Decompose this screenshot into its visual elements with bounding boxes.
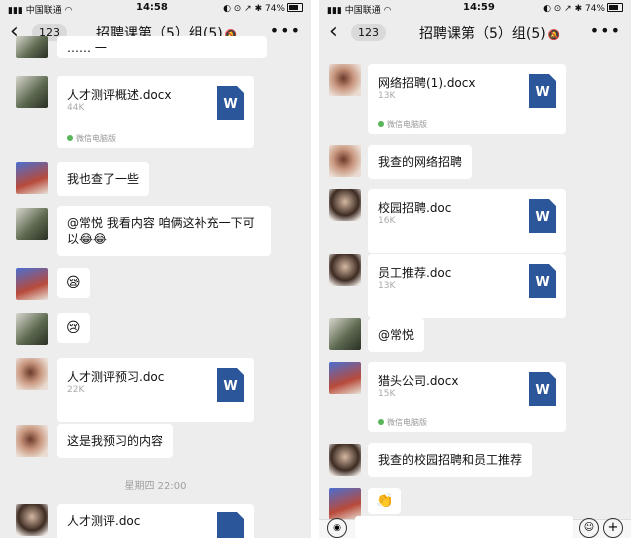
- message-bubble[interactable]: 这是我预习的内容: [57, 424, 174, 458]
- file-size: 15K: [378, 389, 396, 399]
- status-bar: ▮▮▮ 中国联通 ◠ 14:59 ◐ ⊙ ↗ ✱ 74%: [319, 0, 631, 17]
- avatar[interactable]: [329, 444, 361, 476]
- status-bar: ▮▮▮ 中国联通 ◠ 14:58 ◐ ⊙ ↗ ✱ 74%: [0, 0, 311, 17]
- mute-icon: 🔕: [547, 30, 561, 41]
- message-text: 这是我预习的内容: [67, 434, 164, 448]
- file-size: 22K: [67, 385, 85, 395]
- file-size: 13K: [378, 281, 396, 291]
- more-dots-icon[interactable]: •••: [270, 21, 301, 40]
- avatar[interactable]: [329, 362, 361, 394]
- clock: 14:59: [463, 2, 495, 13]
- message-text: @常悦 我看内容 咱俩这补充一下可以😂😂: [67, 216, 255, 246]
- message-text: 我也查了一些: [67, 172, 140, 186]
- message-bubble[interactable]: 我也查了一些: [57, 162, 150, 196]
- word-doc-icon: W: [217, 86, 244, 120]
- file-source: 微信电脑版: [67, 133, 116, 144]
- plus-icon[interactable]: +: [603, 518, 623, 538]
- message-bubble[interactable]: 😪: [57, 268, 90, 298]
- message-bubble[interactable]: 我查的网络招聘: [368, 145, 473, 179]
- word-doc-icon: [217, 512, 244, 538]
- page-title: 招聘课第（5）组(5)🔕: [419, 26, 561, 42]
- status-right: ◐ ⊙ ↗ ✱ 74%: [543, 3, 623, 14]
- chat-window-right: ▮▮▮ 中国联通 ◠ 14:59 ◐ ⊙ ↗ ✱ 74% ‹ 123 招聘课第（…: [319, 0, 631, 538]
- file-message[interactable]: 员工推荐.doc 13K W: [368, 254, 566, 318]
- word-doc-icon: W: [529, 264, 556, 298]
- chat-window-left: ▮▮▮ 中国联通 ◠ 14:58 ◐ ⊙ ↗ ✱ 74% ‹ 123 招聘课第（…: [0, 0, 311, 538]
- file-message[interactable]: 人才测评概述.docx 44K W 微信电脑版: [57, 76, 254, 148]
- message-bubble[interactable]: 😢: [57, 313, 90, 343]
- avatar[interactable]: [16, 208, 48, 240]
- avatar[interactable]: [329, 189, 361, 221]
- more-dots-icon[interactable]: •••: [590, 21, 621, 40]
- file-name: 猎头公司.docx: [378, 374, 459, 388]
- file-size: 13K: [378, 91, 396, 101]
- file-size: 44K: [67, 103, 85, 113]
- message-text: 我查的网络招聘: [378, 155, 463, 169]
- file-message[interactable]: 校园招聘.doc 16K W: [368, 189, 566, 253]
- file-name: 校园招聘.doc: [378, 201, 452, 215]
- battery-icon: [287, 3, 303, 12]
- avatar[interactable]: [16, 425, 48, 457]
- status-right: ◐ ⊙ ↗ ✱ 74%: [223, 3, 303, 14]
- file-message[interactable]: 人才测评预习.doc 22K W: [57, 358, 254, 422]
- avatar[interactable]: [16, 313, 48, 345]
- avatar[interactable]: [16, 76, 48, 108]
- battery-icon: [607, 3, 623, 12]
- wifi-icon: ◠: [64, 6, 73, 16]
- file-message[interactable]: 人才测评.doc: [57, 504, 254, 538]
- avatar[interactable]: [16, 268, 48, 300]
- file-name: 人才测评.doc: [67, 514, 141, 528]
- message-bubble[interactable]: 我查的校园招聘和员工推荐: [368, 443, 533, 477]
- file-name: 人才测评预习.doc: [67, 370, 165, 384]
- message-input[interactable]: [355, 516, 573, 538]
- unread-badge[interactable]: 123: [351, 24, 386, 41]
- word-doc-icon: W: [529, 74, 556, 108]
- file-name: 网络招聘(1).docx: [378, 76, 476, 90]
- avatar[interactable]: [329, 318, 361, 350]
- message-bubble[interactable]: 👏: [368, 488, 402, 514]
- file-source: 微信电脑版: [378, 119, 427, 130]
- carrier-label: ▮▮▮ 中国联通 ◠: [327, 6, 392, 16]
- emoji-icon[interactable]: ☺: [579, 518, 599, 538]
- carrier-label: ▮▮▮ 中国联通 ◠: [8, 6, 73, 16]
- message-bubble[interactable]: @常悦 我看内容 咱俩这补充一下可以😂😂: [57, 206, 271, 256]
- word-doc-icon: W: [217, 368, 244, 402]
- message-text: @常悦: [378, 328, 415, 342]
- avatar[interactable]: [329, 145, 361, 177]
- timestamp-separator: 星期四 22:00: [124, 481, 187, 492]
- file-message[interactable]: 猎头公司.docx 15K W 微信电脑版: [368, 362, 566, 432]
- file-name: 人才测评概述.docx: [67, 88, 172, 102]
- message-text: 我查的校园招聘和员工推荐: [378, 453, 523, 467]
- clock: 14:58: [136, 2, 168, 13]
- file-source: 微信电脑版: [378, 417, 427, 428]
- avatar[interactable]: [16, 162, 48, 194]
- message-text: …… 一: [67, 41, 107, 55]
- chevron-left-icon[interactable]: ‹: [329, 19, 338, 44]
- avatar[interactable]: [16, 358, 48, 390]
- avatar[interactable]: [329, 64, 361, 96]
- emoji-cry: 😢: [66, 320, 81, 336]
- file-size: 16K: [378, 216, 396, 226]
- emoji-clap: 👏: [376, 493, 394, 509]
- input-bar: ◉ ☺ +: [319, 516, 631, 538]
- emoji-sleepy: 😪: [66, 275, 81, 291]
- message-bubble[interactable]: @常悦: [368, 318, 425, 352]
- file-name: 员工推荐.doc: [378, 266, 452, 280]
- wifi-icon: ◠: [383, 6, 392, 16]
- avatar[interactable]: [329, 254, 361, 286]
- word-doc-icon: W: [529, 372, 556, 406]
- word-doc-icon: W: [529, 199, 556, 233]
- message-bubble[interactable]: …… 一: [57, 36, 267, 58]
- nav-bar: ‹ 123 招聘课第（5）组(5)🔕 •••: [319, 17, 631, 49]
- voice-icon[interactable]: ◉: [327, 518, 347, 538]
- avatar[interactable]: [16, 504, 48, 536]
- avatar[interactable]: [16, 36, 48, 58]
- file-message[interactable]: 网络招聘(1).docx 13K W 微信电脑版: [368, 64, 566, 134]
